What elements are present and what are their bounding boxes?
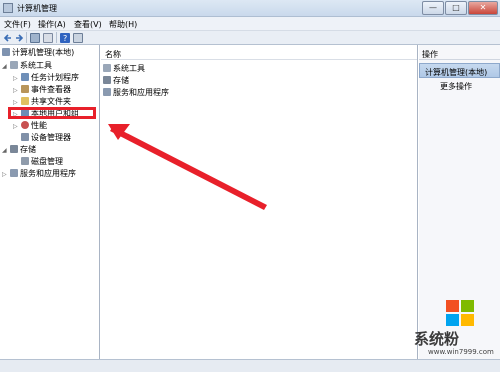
watermark-brand: 系统粉 [414,330,460,348]
windows-logo-icon [446,300,474,326]
watermark: 系统粉 www.win7999.com [414,298,500,358]
watermark-url: www.win7999.com [428,348,494,356]
